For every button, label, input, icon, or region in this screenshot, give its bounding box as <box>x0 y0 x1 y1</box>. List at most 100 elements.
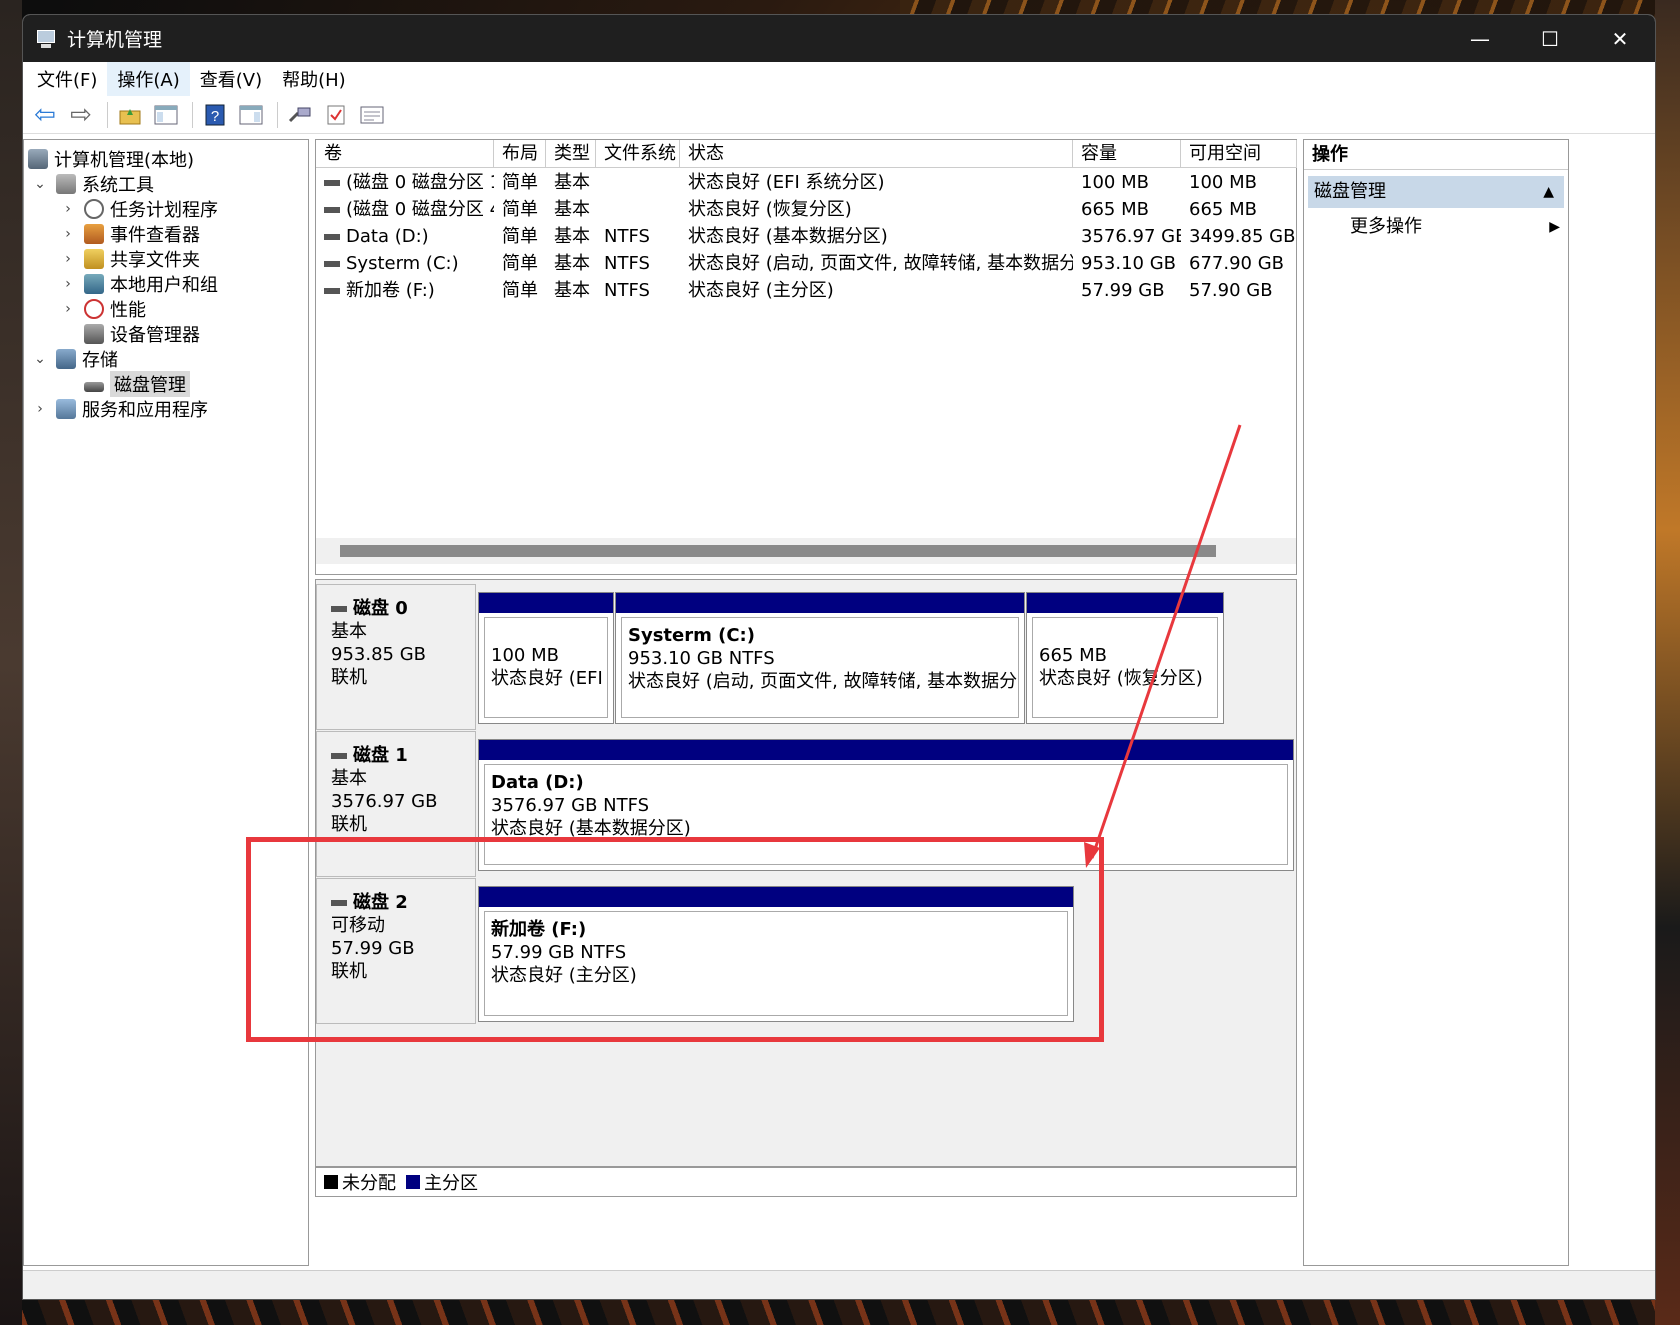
table-cell: 953.10 GB <box>1073 251 1181 276</box>
column-header-free-space[interactable]: 可用空间 <box>1181 140 1297 168</box>
column-header-status[interactable]: 状态 <box>680 140 1073 168</box>
help-icon[interactable]: ? <box>199 101 231 129</box>
chevron-right-icon[interactable]: › <box>60 201 76 217</box>
legend: 未分配 主分区 <box>315 1167 1297 1197</box>
up-folder-icon[interactable] <box>114 101 146 129</box>
chevron-right-icon[interactable]: › <box>60 226 76 242</box>
table-row[interactable]: Data (D:)简单基本NTFS状态良好 (基本数据分区)3576.97 GB… <box>316 224 1296 249</box>
tree-shared-folders[interactable]: › 共享文件夹 <box>60 246 200 271</box>
storage-icon <box>56 349 76 369</box>
table-cell: 基本 <box>546 197 596 222</box>
table-row[interactable]: Systerm (C:)简单基本NTFS状态良好 (启动, 页面文件, 故障转储… <box>316 251 1296 276</box>
table-cell: 57.99 GB <box>1073 278 1181 303</box>
table-cell: 基本 <box>546 251 596 276</box>
actions-section-disk-management[interactable]: 磁盘管理 ▲ <box>1308 176 1564 208</box>
table-cell: 基本 <box>546 278 596 303</box>
column-header-capacity[interactable]: 容量 <box>1073 140 1181 168</box>
more-actions-item[interactable]: 更多操作 ▶ <box>1350 212 1564 242</box>
partition-bar <box>616 593 1024 613</box>
table-cell: NTFS <box>596 224 680 249</box>
show-hide-tree-icon[interactable] <box>150 101 182 129</box>
tree-storage[interactable]: ⌄ 存储 <box>32 346 118 371</box>
minimize-button[interactable]: — <box>1445 15 1515 62</box>
tree-performance[interactable]: › 性能 <box>60 296 146 321</box>
disk-icon <box>331 606 347 612</box>
close-button[interactable]: ✕ <box>1585 15 1655 62</box>
horizontal-scrollbar[interactable] <box>316 538 1296 564</box>
tree-root[interactable]: 计算机管理(本地) <box>28 146 194 171</box>
disk-icon <box>84 382 104 392</box>
chevron-down-icon[interactable]: ⌄ <box>32 176 48 192</box>
menu-view[interactable]: 查看(V) <box>190 62 272 96</box>
legend-item: 未分配 <box>324 1169 396 1195</box>
title-bar[interactable]: 计算机管理 — ☐ ✕ <box>23 15 1655 62</box>
chevron-down-icon[interactable]: ⌄ <box>32 351 48 367</box>
window-title: 计算机管理 <box>67 25 162 52</box>
tree-event-viewer[interactable]: › 事件查看器 <box>60 221 200 246</box>
maximize-button[interactable]: ☐ <box>1515 15 1585 62</box>
column-header-type[interactable]: 类型 <box>546 140 596 168</box>
column-header-layout[interactable]: 布局 <box>494 140 546 168</box>
table-row[interactable]: (磁盘 0 磁盘分区 4)简单基本状态良好 (恢复分区)665 MB665 MB <box>316 197 1296 222</box>
partition-block[interactable]: Systerm (C:) 953.10 GB NTFS 状态良好 (启动, 页面… <box>615 592 1025 724</box>
connect-icon[interactable] <box>284 101 316 129</box>
check-icon[interactable] <box>320 101 352 129</box>
toolbar: ⇦ ⇨ ? <box>23 96 1655 134</box>
menu-action[interactable]: 操作(A) <box>107 62 189 96</box>
back-arrow-icon[interactable]: ⇦ <box>29 101 61 129</box>
chevron-right-icon[interactable]: › <box>60 301 76 317</box>
legend-swatch <box>406 1175 420 1189</box>
scrollbar-thumb[interactable] <box>340 545 1216 557</box>
tree-device-manager[interactable]: 设备管理器 <box>84 321 200 346</box>
computer-icon <box>28 149 48 169</box>
partition-block[interactable]: 665 MB 状态良好 (恢复分区) <box>1026 592 1224 724</box>
partition-block[interactable]: 100 MB 状态良好 (EFI 系 <box>478 592 614 724</box>
chevron-right-icon[interactable]: › <box>32 401 48 417</box>
disk-icon <box>331 753 347 759</box>
tree-local-users[interactable]: › 本地用户和组 <box>60 271 218 296</box>
show-hide-action-icon[interactable] <box>235 101 267 129</box>
partition-bar <box>1027 593 1223 613</box>
device-manager-icon <box>84 324 104 344</box>
volume-icon <box>324 180 340 186</box>
annotation-highlight-box <box>246 837 1104 1042</box>
menu-help[interactable]: 帮助(H) <box>272 62 356 96</box>
toolbar-separator <box>192 102 193 128</box>
volume-icon <box>324 288 340 294</box>
tree-system-tools[interactable]: ⌄ 系统工具 <box>32 171 154 196</box>
disk-label[interactable]: 磁盘 0 基本 953.85 GB 联机 <box>316 584 476 730</box>
table-row[interactable]: 新加卷 (F:)简单基本NTFS状态良好 (主分区)57.99 GB57.90 … <box>316 278 1296 303</box>
volume-icon <box>324 234 340 240</box>
tree-disk-management[interactable]: 磁盘管理 <box>84 371 190 396</box>
properties-icon[interactable] <box>356 101 388 129</box>
users-icon <box>84 274 104 294</box>
navigation-tree: 计算机管理(本地) ⌄ 系统工具 › 任务计划程序 › 事件查看器 › 共享文件… <box>23 139 309 1266</box>
submenu-arrow-icon: ▶ <box>1549 212 1560 242</box>
forward-arrow-icon[interactable]: ⇨ <box>65 101 97 129</box>
actions-pane: 操作 磁盘管理 ▲ 更多操作 ▶ <box>1303 139 1569 1266</box>
tree-task-scheduler[interactable]: › 任务计划程序 <box>60 196 218 221</box>
table-row[interactable]: (磁盘 0 磁盘分区 1)简单基本状态良好 (EFI 系统分区)100 MB10… <box>316 170 1296 195</box>
computer-management-icon <box>35 28 57 50</box>
table-cell: 状态良好 (EFI 系统分区) <box>680 170 1073 195</box>
table-cell: 665 MB <box>1181 197 1297 222</box>
volume-icon <box>324 261 340 267</box>
collapse-up-icon[interactable]: ▲ <box>1543 176 1554 208</box>
legend-item: 主分区 <box>406 1169 478 1195</box>
tree-services-apps[interactable]: › 服务和应用程序 <box>32 396 208 421</box>
chevron-right-icon[interactable]: › <box>60 276 76 292</box>
table-cell: 基本 <box>546 170 596 195</box>
table-cell <box>596 197 680 222</box>
column-header-filesystem[interactable]: 文件系统 <box>596 140 680 168</box>
partition-bar <box>479 593 613 613</box>
table-cell: 状态良好 (恢复分区) <box>680 197 1073 222</box>
table-cell: 665 MB <box>1073 197 1181 222</box>
volume-icon <box>324 207 340 213</box>
menu-file[interactable]: 文件(F) <box>27 62 107 96</box>
menu-bar: 文件(F) 操作(A) 查看(V) 帮助(H) <box>23 62 1655 96</box>
toolbar-separator <box>107 102 108 128</box>
column-header-volume[interactable]: 卷 <box>316 140 494 168</box>
table-cell: Data (D:) <box>316 224 494 249</box>
chevron-right-icon[interactable]: › <box>60 251 76 267</box>
table-cell: 状态良好 (基本数据分区) <box>680 224 1073 249</box>
